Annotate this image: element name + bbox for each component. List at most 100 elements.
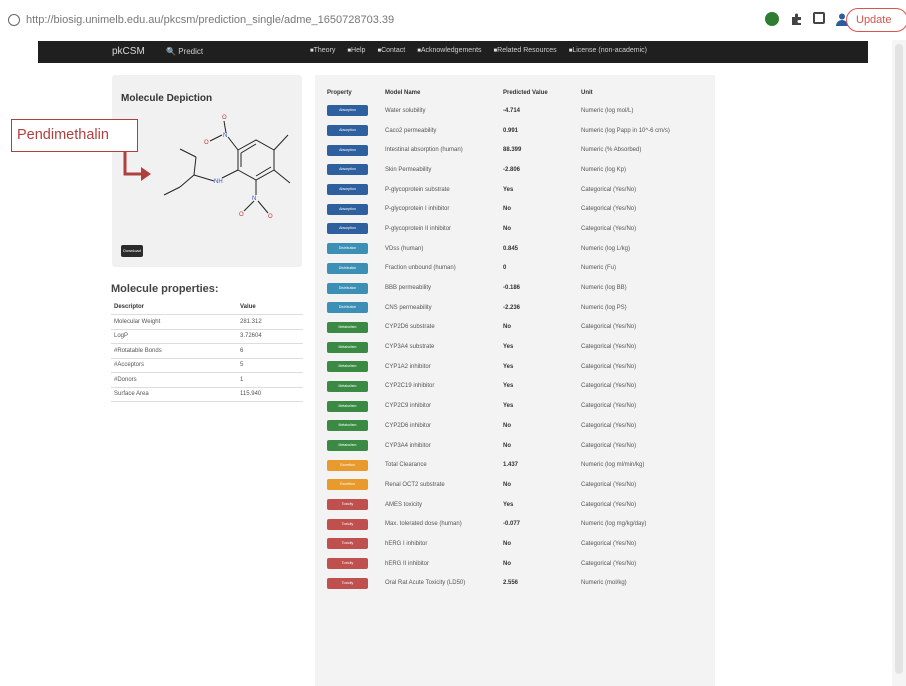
model-name-cell: CYP3A4 inhibitor xyxy=(385,442,431,449)
unit-cell: Categorical (Yes/No) xyxy=(581,363,637,370)
value-cell: 281.312 xyxy=(237,314,303,330)
model-name-cell: Caco2 permeability xyxy=(385,127,437,134)
property-cell: Absorption xyxy=(327,140,383,160)
category-badge: Absorption xyxy=(327,223,368,235)
table-row: Molecular Weight 281.312 xyxy=(111,314,303,330)
model-name-cell: CYP2C19 inhibitor xyxy=(385,383,435,390)
nav-link[interactable]: Acknowledgements xyxy=(417,47,482,54)
table-row: Absorption Intestinal absorption (human) 8… xyxy=(327,140,707,160)
category-badge: Distribution xyxy=(327,262,368,274)
category-badge: Toxicity xyxy=(327,538,368,550)
category-badge: Metabolism xyxy=(327,321,368,333)
unit-cell: Categorical (Yes/No) xyxy=(581,481,637,488)
unit-cell: Numeric (log Papp in 10^-6 cm/s) xyxy=(581,127,670,134)
predicted-value-cell: 1.437 xyxy=(503,462,519,469)
properties-title: Molecule properties: xyxy=(111,283,219,295)
category-badge: Absorption xyxy=(327,105,368,117)
property-cell: Distribution xyxy=(327,278,383,298)
property-cell: Metabolism xyxy=(327,416,383,436)
category-badge: Excretion xyxy=(327,459,368,471)
value-cell: 5 xyxy=(237,358,303,373)
property-cell: Distribution xyxy=(327,259,383,279)
site-info-icon[interactable] xyxy=(8,14,20,26)
property-cell: Toxicity xyxy=(327,495,383,515)
model-name-cell: Fraction unbound (human) xyxy=(385,265,456,272)
predicted-value-cell: No xyxy=(503,225,511,232)
table-row: Metabolism CYP2D6 substrate No Categorical … xyxy=(327,318,707,338)
nav-link[interactable]: Contact xyxy=(377,47,405,54)
predicted-value-cell: -0.186 xyxy=(503,285,521,292)
descriptor-cell: Surface Area xyxy=(111,387,237,402)
category-badge: Toxicity xyxy=(327,577,368,589)
model-name-cell: CYP2D6 inhibitor xyxy=(385,422,432,429)
category-badge: Distribution xyxy=(327,302,368,314)
download-button[interactable]: Download xyxy=(121,245,143,257)
category-badge: Toxicity xyxy=(327,518,368,530)
nav-link[interactable]: Related Resources xyxy=(494,47,557,54)
property-cell: Absorption xyxy=(327,199,383,219)
category-badge: Toxicity xyxy=(327,499,368,511)
table-row: Metabolism CYP1A2 inhibitor Yes Categorical… xyxy=(327,357,707,377)
unit-cell: Categorical (Yes/No) xyxy=(581,225,637,232)
model-name-cell: VDss (human) xyxy=(385,245,424,252)
model-name-cell: hERG II inhibitor xyxy=(385,560,430,567)
compound-name-callout: Pendimethalin xyxy=(11,119,138,152)
unit-cell: Categorical (Yes/No) xyxy=(581,501,637,508)
scrollbar-thumb[interactable] xyxy=(895,44,903,674)
predicted-value-cell: 0.845 xyxy=(503,245,519,252)
extension-icon[interactable] xyxy=(765,12,779,26)
unit-cell: Numeric (log mol/L) xyxy=(581,107,634,114)
table-row: Absorption Skin Permeability -2.806 Numeric… xyxy=(327,160,707,180)
table-row: Absorption P-glycoprotein I inhibitor No Ca… xyxy=(327,199,707,219)
table-row: #Acceptors 5 xyxy=(111,358,303,373)
property-cell: Absorption xyxy=(327,121,383,141)
prediction-results-panel: Property Model Name Predicted Value Unit Abs… xyxy=(315,75,715,686)
molecule-properties-table: Descriptor Value Molecular Weight 281.312 Lo… xyxy=(111,300,303,402)
table-row: Toxicity Max. tolerated dose (human) -0.07… xyxy=(327,514,707,534)
predicted-value-cell: No xyxy=(503,540,511,547)
category-badge: Absorption xyxy=(327,125,368,137)
category-badge: Metabolism xyxy=(327,361,368,373)
predicted-value-cell: No xyxy=(503,481,511,488)
column-header: Predicted Value xyxy=(503,90,548,96)
molecule-structure-image: N N NH O O O O xyxy=(163,115,291,220)
predicted-value-cell: Yes xyxy=(503,501,514,508)
category-badge: Metabolism xyxy=(327,341,368,353)
unit-cell: Numeric (log Kp) xyxy=(581,166,627,173)
nav-link[interactable]: License (non-academic) xyxy=(569,47,647,54)
unit-cell: Numeric (% Absorbed) xyxy=(581,147,642,154)
table-row: Absorption P-glycoprotein II inhibitor No C… xyxy=(327,219,707,239)
svg-text:NH: NH xyxy=(214,179,223,185)
predicted-value-cell: No xyxy=(503,206,511,213)
table-row: Absorption P-glycoprotein substrate Yes Cat… xyxy=(327,180,707,200)
svg-text:O: O xyxy=(204,140,209,146)
page-scrollbar[interactable] xyxy=(892,40,906,686)
predicted-value-cell: Yes xyxy=(503,403,514,410)
prediction-table: Property Model Name Predicted Value Unit Abs… xyxy=(327,85,707,593)
model-name-cell: CYP2C9 inhibitor xyxy=(385,403,432,410)
nav-predict[interactable]: 🔍 Predict xyxy=(166,47,203,56)
update-button[interactable]: Update xyxy=(846,8,906,32)
svg-text:O: O xyxy=(222,115,227,121)
property-cell: Excretion xyxy=(327,455,383,475)
unit-cell: Numeric (log L/kg) xyxy=(581,245,631,252)
puzzle-icon[interactable] xyxy=(790,12,804,26)
category-badge: Metabolism xyxy=(327,400,368,412)
property-cell: Distribution xyxy=(327,239,383,259)
predicted-value-cell: 2.556 xyxy=(503,580,519,587)
unit-cell: Categorical (Yes/No) xyxy=(581,403,637,410)
descriptor-cell: #Donors xyxy=(111,372,237,388)
predicted-value-cell: 88.399 xyxy=(503,147,522,154)
nav-link[interactable]: Help xyxy=(347,47,365,54)
category-badge: Absorption xyxy=(327,144,368,156)
sidebar-icon[interactable] xyxy=(813,12,825,24)
value-cell: 1 xyxy=(237,372,303,388)
brand-logo[interactable]: pkCSM xyxy=(112,46,145,57)
predicted-value-cell: 0.991 xyxy=(503,127,519,134)
nav-link[interactable]: Theory xyxy=(310,47,336,54)
model-name-cell: CYP2D6 substrate xyxy=(385,324,435,331)
property-cell: Metabolism xyxy=(327,357,383,377)
address-bar[interactable]: http://biosig.unimelb.edu.au/pkcsm/predi… xyxy=(26,14,394,26)
property-cell: Absorption xyxy=(327,180,383,200)
category-badge: Absorption xyxy=(327,184,368,196)
